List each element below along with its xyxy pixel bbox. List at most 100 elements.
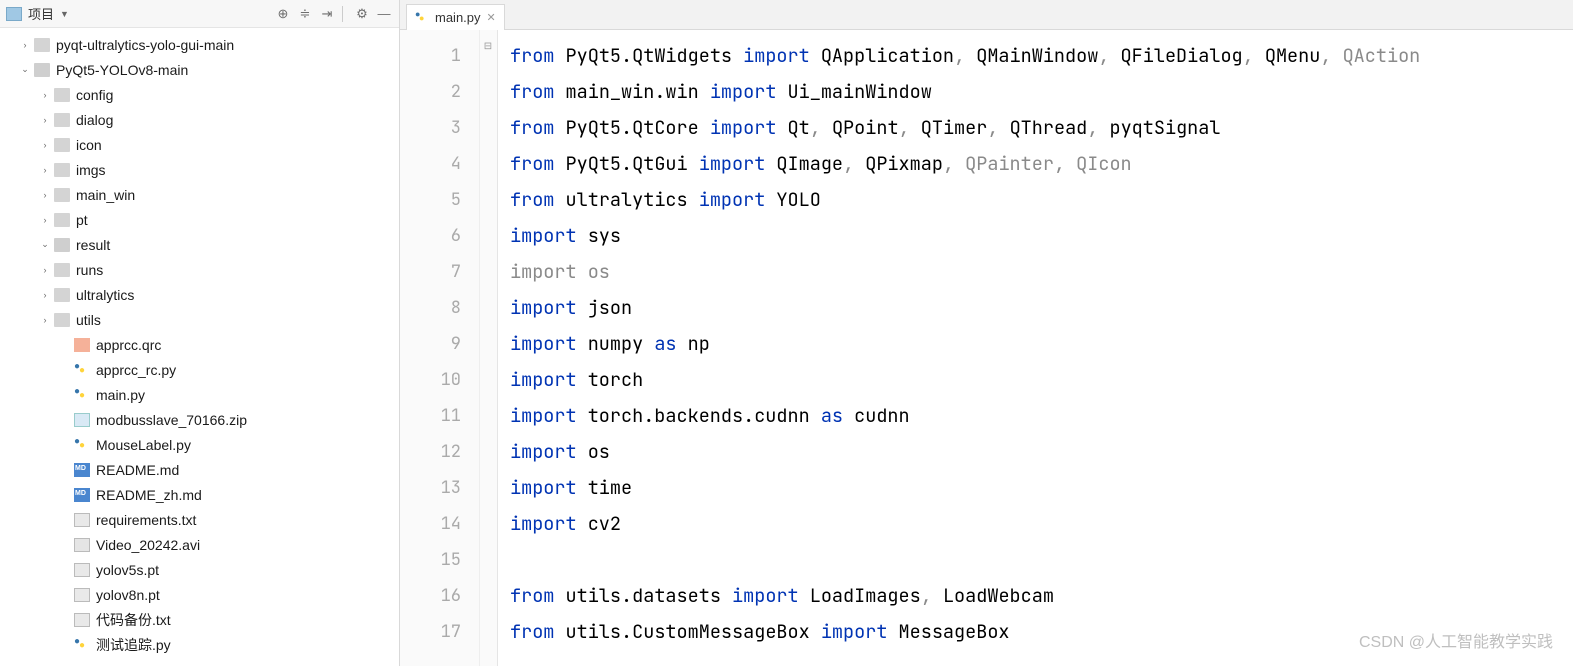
code-token: Ui_mainWindow xyxy=(788,79,932,104)
tree-item[interactable]: ›pt xyxy=(0,207,399,232)
line-number[interactable]: 16 xyxy=(400,578,461,614)
tree-item-label: yolov5s.pt xyxy=(96,562,159,578)
tree-item-label: apprcc_rc.py xyxy=(96,362,176,378)
tab-main-py[interactable]: main.py ✕ xyxy=(406,4,505,30)
code-token: os xyxy=(588,259,610,284)
code-token: import xyxy=(699,151,777,176)
code-line[interactable]: from PyQt5.QtCore import Qt, QPoint, QTi… xyxy=(510,110,1573,146)
line-number[interactable]: 12 xyxy=(400,434,461,470)
line-number[interactable]: 11 xyxy=(400,398,461,434)
locate-icon[interactable]: ⊕ xyxy=(274,5,292,23)
chevron-right-icon[interactable]: › xyxy=(40,140,50,150)
tree-item[interactable]: ·测试追踪.py xyxy=(0,632,399,657)
sidebar-title[interactable]: 项目 xyxy=(28,4,54,23)
chevron-right-icon[interactable]: › xyxy=(40,165,50,175)
tree-item[interactable]: ·README.md xyxy=(0,457,399,482)
tree-item[interactable]: ⌄PyQt5-YOLOv8-main xyxy=(0,57,399,82)
chevron-right-icon[interactable]: › xyxy=(40,90,50,100)
folder-icon xyxy=(34,38,50,52)
tree-item[interactable]: ›pyqt-ultralytics-yolo-gui-main xyxy=(0,32,399,57)
code-line[interactable]: import torch xyxy=(510,362,1573,398)
tree-item[interactable]: ·MouseLabel.py xyxy=(0,432,399,457)
tree-item[interactable]: ·yolov5s.pt xyxy=(0,557,399,582)
tree-item[interactable]: ·README_zh.md xyxy=(0,482,399,507)
chevron-right-icon[interactable]: › xyxy=(40,315,50,325)
line-number[interactable]: 1 xyxy=(400,38,461,74)
code-line[interactable]: from PyQt5.QtGui import QImage, QPixmap,… xyxy=(510,146,1573,182)
chevron-down-icon[interactable]: ▼ xyxy=(60,9,69,19)
code-line[interactable]: import time xyxy=(510,470,1573,506)
tree-item[interactable]: ›runs xyxy=(0,257,399,282)
tree-item[interactable]: ›ultralytics xyxy=(0,282,399,307)
code-token: main_win.win xyxy=(566,79,710,104)
tree-item[interactable]: ›imgs xyxy=(0,157,399,182)
line-number[interactable]: 4 xyxy=(400,146,461,182)
gear-icon[interactable]: ⚙ xyxy=(353,5,371,23)
tree-item-label: main_win xyxy=(76,187,135,203)
chevron-right-icon[interactable]: › xyxy=(40,290,50,300)
line-number-gutter[interactable]: 1234567891011121314151617 xyxy=(400,30,480,666)
code-line[interactable]: import sys xyxy=(510,218,1573,254)
tree-item[interactable]: ⌄result xyxy=(0,232,399,257)
chevron-right-icon[interactable]: › xyxy=(40,115,50,125)
line-number[interactable]: 7 xyxy=(400,254,461,290)
tree-item[interactable]: ·yolov8n.pt xyxy=(0,582,399,607)
line-number[interactable]: 3 xyxy=(400,110,461,146)
code-line[interactable]: from PyQt5.QtWidgets import QApplication… xyxy=(510,38,1573,74)
chevron-down-icon[interactable]: ⌄ xyxy=(40,239,50,250)
code-line[interactable]: import numpy as np xyxy=(510,326,1573,362)
expand-all-icon[interactable]: ≑ xyxy=(296,5,314,23)
tree-item[interactable]: › main_win xyxy=(0,182,399,207)
tree-item[interactable]: ›dialog xyxy=(0,107,399,132)
line-number[interactable]: 6 xyxy=(400,218,461,254)
code-line[interactable]: from ultralytics import YOLO xyxy=(510,182,1573,218)
tree-item[interactable]: ›icon xyxy=(0,132,399,157)
chevron-right-icon[interactable]: › xyxy=(40,265,50,275)
tree-item[interactable]: ·apprcc.qrc xyxy=(0,332,399,357)
line-number[interactable]: 8 xyxy=(400,290,461,326)
fold-gutter[interactable]: ⊟ xyxy=(480,30,498,666)
fold-icon[interactable]: ⊟ xyxy=(482,41,494,53)
line-number[interactable]: 2 xyxy=(400,74,461,110)
code-line[interactable]: import os xyxy=(510,254,1573,290)
code-line[interactable]: import os xyxy=(510,434,1573,470)
code-token: from xyxy=(510,115,566,140)
tree-item[interactable]: ·requirements.txt xyxy=(0,507,399,532)
code-line[interactable] xyxy=(510,542,1573,578)
tree-item[interactable]: ·代码备份.txt xyxy=(0,607,399,632)
tree-item[interactable]: ·main.py xyxy=(0,382,399,407)
tree-item[interactable]: ›config xyxy=(0,82,399,107)
code-token: ultralytics xyxy=(566,187,699,212)
chevron-right-icon[interactable]: › xyxy=(20,40,30,50)
code-line[interactable]: import json xyxy=(510,290,1573,326)
line-number[interactable]: 14 xyxy=(400,506,461,542)
code-line[interactable]: import torch.backends.cudnn as cudnn xyxy=(510,398,1573,434)
code-line[interactable]: from utils.CustomMessageBox import Messa… xyxy=(510,614,1573,650)
tree-item[interactable]: ·modbusslave_70166.zip xyxy=(0,407,399,432)
line-number[interactable]: 5 xyxy=(400,182,461,218)
line-number[interactable]: 13 xyxy=(400,470,461,506)
close-icon[interactable]: ✕ xyxy=(487,11,496,24)
chevron-down-icon[interactable]: ⌄ xyxy=(20,64,30,75)
hide-icon[interactable]: — xyxy=(375,5,393,23)
line-number[interactable]: 17 xyxy=(400,614,461,650)
code-token: import xyxy=(510,223,588,248)
tree-item-label: requirements.txt xyxy=(96,512,196,528)
folder-icon xyxy=(54,138,70,152)
chevron-right-icon[interactable]: › xyxy=(40,215,50,225)
collapse-all-icon[interactable]: ⇥ xyxy=(318,5,336,23)
tree-item[interactable]: ·Video_20242.avi xyxy=(0,532,399,557)
code-line[interactable]: from main_win.win import Ui_mainWindow xyxy=(510,74,1573,110)
code-line[interactable]: from utils.datasets import LoadImages, L… xyxy=(510,578,1573,614)
line-number[interactable]: 9 xyxy=(400,326,461,362)
project-tree[interactable]: ›pyqt-ultralytics-yolo-gui-main⌄PyQt5-YO… xyxy=(0,28,399,666)
line-number[interactable]: 15 xyxy=(400,542,461,578)
tree-item[interactable]: ·apprcc_rc.py xyxy=(0,357,399,382)
code-token: time xyxy=(588,475,632,500)
tree-item[interactable]: ›utils xyxy=(0,307,399,332)
code-area[interactable]: from PyQt5.QtWidgets import QApplication… xyxy=(498,30,1573,666)
line-number[interactable]: 10 xyxy=(400,362,461,398)
code-token: cudnn xyxy=(854,403,910,428)
code-line[interactable]: import cv2 xyxy=(510,506,1573,542)
chevron-right-icon[interactable]: › xyxy=(40,190,50,200)
